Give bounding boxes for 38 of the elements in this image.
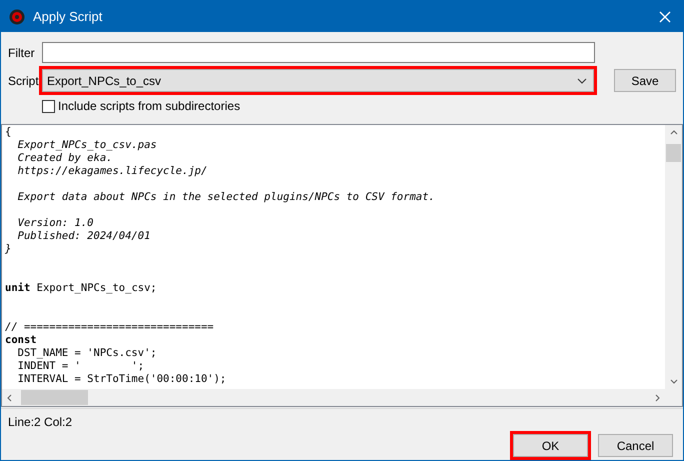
code-line: unit Export_NPCs_to_csv; [5, 282, 157, 295]
dialog-button[interactable]: Cancel [595, 431, 676, 460]
scroll-left-icon[interactable] [7, 394, 12, 402]
code-comment: } [5, 243, 12, 256]
script-label: Script [8, 72, 39, 90]
scroll-down-icon[interactable] [670, 379, 678, 384]
code-comment: https://ekagames.lifecycle.jp/ [16, 165, 208, 178]
code-editor[interactable] [1, 124, 683, 407]
dialog-button[interactable]: OK [510, 431, 591, 460]
close-icon[interactable] [659, 10, 671, 22]
scroll-thumb[interactable] [666, 144, 681, 162]
script-value: Export_NPCs_to_csv [46, 72, 161, 90]
filter-field[interactable] [42, 42, 595, 63]
code-comment: Published: 2024/04/01 [16, 230, 150, 243]
chevron-down-icon [577, 78, 588, 84]
scroll-up-icon[interactable] [670, 130, 678, 135]
app-logo-icon [9, 8, 25, 24]
include-subdirs-label: Include scripts from subdirectories [58, 98, 240, 115]
horizontal-scrollbar[interactable] [2, 389, 682, 406]
code-line: { [5, 126, 12, 139]
code-line: const [5, 334, 37, 347]
code-line: INTERVAL = StrToTime('00:00:10'); [16, 373, 226, 386]
scroll-thumb[interactable] [21, 390, 88, 405]
code-line: DST_NAME = 'NPCs.csv'; [16, 347, 157, 360]
filter-label: Filter [8, 44, 36, 62]
script-dropdown[interactable]: Export_NPCs_to_csv [38, 66, 598, 95]
vertical-scrollbar[interactable] [665, 125, 682, 389]
code-comment: // ============================== [5, 321, 214, 334]
code-comment: Created by eka. [16, 152, 112, 165]
include-subdirs-checkbox[interactable] [42, 100, 55, 112]
code-comment: Version: 1.0 [16, 217, 94, 230]
window-title: Apply Script [33, 8, 102, 26]
code-line: INDENT = ' '; [16, 360, 144, 373]
code-comment: Export data about NPCs in the selected plugins/NPCs to CSV format. [16, 191, 435, 204]
code-comment: Export_NPCs_to_csv.pas [16, 139, 157, 152]
scroll-right-icon[interactable] [655, 394, 660, 402]
status-text: Line:2 Col:2 [8, 415, 72, 429]
save-button[interactable]: Save [614, 69, 676, 92]
